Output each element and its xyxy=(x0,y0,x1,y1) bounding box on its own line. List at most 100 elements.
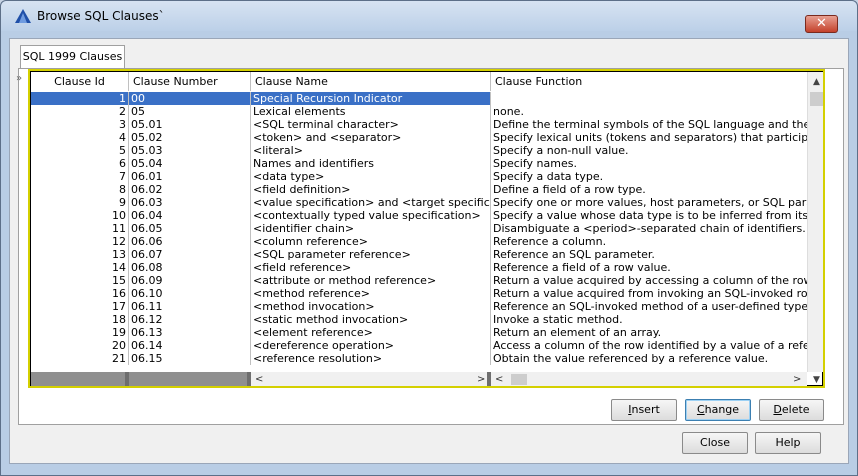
cell-id: 7 xyxy=(31,170,129,183)
header-clause-function[interactable]: Clause Function xyxy=(491,72,807,91)
cell-function: Reference an SQL-invoked method of a use… xyxy=(493,300,807,313)
table-row[interactable]: 19 06.13 <element reference> Return an elem… xyxy=(31,326,807,339)
cell-id: 5 xyxy=(31,144,129,157)
cell-function: Define a field of a row type. xyxy=(493,183,646,196)
insert-button[interactable]: Insert xyxy=(611,399,677,421)
cell-number: 05.03 xyxy=(129,144,251,157)
horizontal-scroll-thumb[interactable] xyxy=(511,374,527,385)
change-button[interactable]: Change xyxy=(685,399,751,421)
table-row[interactable]: 2 05 Lexical elements none. xyxy=(31,105,807,118)
expand-marker-icon[interactable]: » xyxy=(16,73,22,84)
scroll-right-icon[interactable]: > xyxy=(477,372,485,386)
cell-number: 05.01 xyxy=(129,118,251,131)
vertical-scroll-thumb[interactable] xyxy=(810,92,823,106)
table-row[interactable]: 3 05.01 <SQL terminal character> Define the… xyxy=(31,118,807,131)
cell-name: <identifier chain> xyxy=(251,222,491,235)
scroll-right-icon[interactable]: > xyxy=(793,372,801,386)
table-row[interactable]: 10 06.04 <contextually typed value specifi… xyxy=(31,209,807,222)
browse-sql-clauses-window: Browse SQL Clauses` ✕ SQL 1999 Clauses »… xyxy=(0,0,858,476)
cell-number: 06.05 xyxy=(129,222,251,235)
cell-number: 05.02 xyxy=(129,131,251,144)
dialog-client-area: SQL 1999 Clauses » Clause Id Clause Numb… xyxy=(9,38,849,464)
cell-id: 18 xyxy=(31,313,129,326)
clauses-grid[interactable]: Clause Id Clause Number Clause Name Clau… xyxy=(28,69,825,388)
cell-name: <contextually typed value specification> xyxy=(251,209,491,222)
cell-id: 3 xyxy=(31,118,129,131)
table-row[interactable]: 7 06.01 <data type> Specify a data type. xyxy=(31,170,807,183)
cell-name: <method reference> xyxy=(251,287,491,300)
cell-number: 06.08 xyxy=(129,261,251,274)
tab-sql-1999-clauses[interactable]: SQL 1999 Clauses xyxy=(20,45,125,69)
header-clause-id[interactable]: Clause Id xyxy=(31,72,129,91)
cell-name: <value specification> and <target specif… xyxy=(253,196,491,209)
cell-function: Define the terminal symbols of the SQL l… xyxy=(493,118,807,131)
scroll-left-icon[interactable]: < xyxy=(255,372,263,386)
cell-number: 06.13 xyxy=(129,326,251,339)
insert-button-label: nsert xyxy=(631,403,660,416)
table-row[interactable]: 12 06.06 <column reference> Reference a col… xyxy=(31,235,807,248)
cell-id: 1 xyxy=(31,92,129,105)
table-row[interactable]: 4 05.02 <token> and <separator> Specify lex… xyxy=(31,131,807,144)
close-icon: ✕ xyxy=(816,16,827,31)
help-button[interactable]: Help xyxy=(755,432,821,454)
cell-function: Reference a field of a row value. xyxy=(493,261,671,274)
cell-number: 06.10 xyxy=(129,287,251,300)
table-row[interactable]: 17 06.11 <method invocation> Reference an S… xyxy=(31,300,807,313)
grid-inner: Clause Id Clause Number Clause Name Clau… xyxy=(30,71,823,386)
table-row[interactable]: 5 05.03 <literal> Specify a non-null value. xyxy=(31,144,807,157)
cell-id: 12 xyxy=(31,235,129,248)
cell-name: Names and identifiers xyxy=(251,157,491,170)
table-row[interactable]: 13 06.07 <SQL parameter reference> Referenc… xyxy=(31,248,807,261)
table-row[interactable]: 6 05.04 Names and identifiers Specify names… xyxy=(31,157,807,170)
cell-function: Return an element of an array. xyxy=(493,326,662,339)
cell-number: 06.07 xyxy=(129,248,251,261)
table-row[interactable]: 18 06.12 <static method invocation> Invoke … xyxy=(31,313,807,326)
cell-function: Access a column of the row identified by… xyxy=(493,339,807,352)
window-close-button[interactable]: ✕ xyxy=(805,15,838,33)
table-row[interactable]: 21 06.15 <reference resolution> Obtain the … xyxy=(31,352,807,365)
cell-name: <element reference> xyxy=(251,326,491,339)
grid-header-row: Clause Id Clause Number Clause Name Clau… xyxy=(31,72,807,91)
close-button[interactable]: Close xyxy=(682,432,748,454)
vertical-scrollbar[interactable]: ▲ ▼ xyxy=(807,72,823,385)
delete-button[interactable]: Delete xyxy=(759,399,824,421)
cell-function: Specify lexical units (tokens and separa… xyxy=(493,131,807,144)
change-button-label: hange xyxy=(704,403,740,416)
cell-name: <SQL parameter reference> xyxy=(251,248,491,261)
cell-function: Return a value acquired by accessing a c… xyxy=(493,274,807,287)
hscroll-function-column[interactable]: < > xyxy=(487,372,807,386)
cell-id: 4 xyxy=(31,131,129,144)
table-row[interactable]: 15 06.09 <attribute or method reference> Re… xyxy=(31,274,807,287)
cell-function: Specify one or more values, host paramet… xyxy=(493,196,807,209)
cell-function xyxy=(491,92,807,105)
cell-id: 13 xyxy=(31,248,129,261)
title-bar[interactable]: Browse SQL Clauses` ✕ xyxy=(1,1,857,33)
cell-number: 06.15 xyxy=(129,352,251,365)
scroll-up-icon[interactable]: ▲ xyxy=(808,74,823,91)
hscroll-name-column[interactable]: < > xyxy=(247,372,491,386)
header-clause-number[interactable]: Clause Number xyxy=(129,72,251,91)
table-row[interactable]: 11 06.05 <identifier chain> Disambiguate a … xyxy=(31,222,807,235)
table-row[interactable]: 1 00 Special Recursion Indicator xyxy=(31,92,807,105)
app-logo-icon xyxy=(15,9,31,23)
cell-id: 16 xyxy=(31,287,129,300)
cell-id: 9 xyxy=(31,196,129,209)
table-row[interactable]: 14 06.08 <field reference> Reference a fiel… xyxy=(31,261,807,274)
cell-function: Reference an SQL parameter. xyxy=(493,248,655,261)
table-row[interactable]: 16 06.10 <method reference> Return a value … xyxy=(31,287,807,300)
cell-number: 06.06 xyxy=(129,235,251,248)
cell-name: <column reference> xyxy=(251,235,491,248)
cell-id: 14 xyxy=(31,261,129,274)
scroll-left-icon[interactable]: < xyxy=(495,372,503,386)
cell-name: <reference resolution> xyxy=(251,352,491,365)
cell-function: Specify a non-null value. xyxy=(493,144,629,157)
header-clause-name[interactable]: Clause Name xyxy=(251,72,491,91)
cell-number: 05 xyxy=(129,105,251,118)
table-row[interactable]: 20 06.14 <dereference operation> Access a c… xyxy=(31,339,807,352)
table-row[interactable]: 9 06.03 <value specification> and <target … xyxy=(31,196,807,209)
cell-number: 06.01 xyxy=(129,170,251,183)
cell-id: 17 xyxy=(31,300,129,313)
cell-id: 2 xyxy=(31,105,129,118)
table-row[interactable]: 8 06.02 <field definition> Define a field o… xyxy=(31,183,807,196)
scroll-down-icon[interactable]: ▼ xyxy=(808,372,823,386)
